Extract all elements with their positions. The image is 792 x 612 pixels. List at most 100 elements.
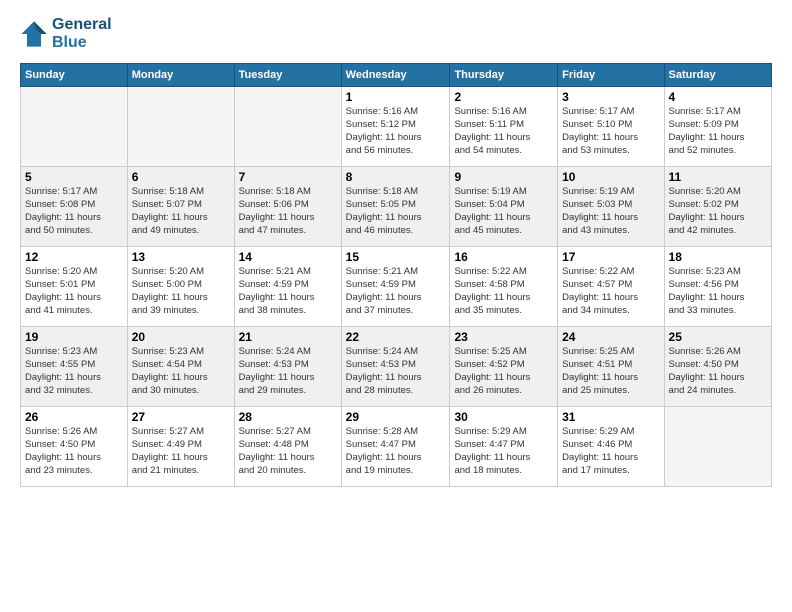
day-info: Sunrise: 5:25 AM Sunset: 4:51 PM Dayligh… xyxy=(562,346,659,397)
day-number: 28 xyxy=(239,410,337,424)
day-number: 5 xyxy=(25,170,123,184)
calendar-cell: 17 Sunrise: 5:22 AM Sunset: 4:57 PM Dayli… xyxy=(558,247,664,327)
day-number: 21 xyxy=(239,330,337,344)
day-info: Sunrise: 5:18 AM Sunset: 5:06 PM Dayligh… xyxy=(239,186,337,237)
day-number: 15 xyxy=(346,250,446,264)
day-number: 26 xyxy=(25,410,123,424)
calendar-table: SundayMondayTuesdayWednesdayThursdayFrid… xyxy=(20,63,772,487)
day-number: 14 xyxy=(239,250,337,264)
day-info: Sunrise: 5:19 AM Sunset: 5:04 PM Dayligh… xyxy=(454,186,553,237)
calendar-cell: 31 Sunrise: 5:29 AM Sunset: 4:46 PM Dayli… xyxy=(558,407,664,487)
calendar-cell: 14 Sunrise: 5:21 AM Sunset: 4:59 PM Dayli… xyxy=(234,247,341,327)
day-info: Sunrise: 5:20 AM Sunset: 5:01 PM Dayligh… xyxy=(25,266,123,317)
day-info: Sunrise: 5:19 AM Sunset: 5:03 PM Dayligh… xyxy=(562,186,659,237)
day-number: 6 xyxy=(132,170,230,184)
calendar-cell: 21 Sunrise: 5:24 AM Sunset: 4:53 PM Dayli… xyxy=(234,327,341,407)
weekday-header-friday: Friday xyxy=(558,64,664,87)
calendar-cell: 7Sunrise: 5:18 AM Sunset: 5:06 PM Daylig… xyxy=(234,167,341,247)
day-number: 25 xyxy=(669,330,767,344)
weekday-header-monday: Monday xyxy=(127,64,234,87)
calendar-cell: 8 Sunrise: 5:18 AM Sunset: 5:05 PM Daylig… xyxy=(341,167,450,247)
calendar-cell: 20Sunrise: 5:23 AM Sunset: 4:54 PM Dayli… xyxy=(127,327,234,407)
day-info: Sunrise: 5:28 AM Sunset: 4:47 PM Dayligh… xyxy=(346,426,446,477)
calendar-cell: 13 Sunrise: 5:20 AM Sunset: 5:00 PM Dayli… xyxy=(127,247,234,327)
day-info: Sunrise: 5:22 AM Sunset: 4:57 PM Dayligh… xyxy=(562,266,659,317)
day-number: 17 xyxy=(562,250,659,264)
day-info: Sunrise: 5:29 AM Sunset: 4:46 PM Dayligh… xyxy=(562,426,659,477)
day-number: 11 xyxy=(669,170,767,184)
calendar-cell: 15 Sunrise: 5:21 AM Sunset: 4:59 PM Dayli… xyxy=(341,247,450,327)
day-number: 20 xyxy=(132,330,230,344)
calendar-cell: 23 Sunrise: 5:25 AM Sunset: 4:52 PM Dayli… xyxy=(450,327,558,407)
calendar-cell: 19Sunrise: 5:23 AM Sunset: 4:55 PM Dayli… xyxy=(21,327,128,407)
day-number: 13 xyxy=(132,250,230,264)
calendar-cell: 5Sunrise: 5:17 AM Sunset: 5:08 PM Daylig… xyxy=(21,167,128,247)
calendar-cell xyxy=(21,87,128,167)
calendar-cell: 9 Sunrise: 5:19 AM Sunset: 5:04 PM Daylig… xyxy=(450,167,558,247)
calendar-cell xyxy=(234,87,341,167)
calendar-cell: 11 Sunrise: 5:20 AM Sunset: 5:02 PM Dayli… xyxy=(664,167,771,247)
day-number: 23 xyxy=(454,330,553,344)
calendar-week-row: 1 Sunrise: 5:16 AM Sunset: 5:12 PM Daylig… xyxy=(21,87,772,167)
day-info: Sunrise: 5:23 AM Sunset: 4:55 PM Dayligh… xyxy=(25,346,123,397)
day-number: 18 xyxy=(669,250,767,264)
day-info: Sunrise: 5:24 AM Sunset: 4:53 PM Dayligh… xyxy=(346,346,446,397)
calendar-cell: 2 Sunrise: 5:16 AM Sunset: 5:11 PM Daylig… xyxy=(450,87,558,167)
weekday-header-saturday: Saturday xyxy=(664,64,771,87)
calendar-cell xyxy=(127,87,234,167)
day-info: Sunrise: 5:17 AM Sunset: 5:09 PM Dayligh… xyxy=(669,106,767,157)
day-number: 29 xyxy=(346,410,446,424)
weekday-header-thursday: Thursday xyxy=(450,64,558,87)
day-number: 2 xyxy=(454,90,553,104)
day-info: Sunrise: 5:16 AM Sunset: 5:11 PM Dayligh… xyxy=(454,106,553,157)
calendar-cell: 22 Sunrise: 5:24 AM Sunset: 4:53 PM Dayli… xyxy=(341,327,450,407)
day-info: Sunrise: 5:25 AM Sunset: 4:52 PM Dayligh… xyxy=(454,346,553,397)
day-number: 10 xyxy=(562,170,659,184)
calendar-cell: 12 Sunrise: 5:20 AM Sunset: 5:01 PM Dayli… xyxy=(21,247,128,327)
calendar-week-row: 19Sunrise: 5:23 AM Sunset: 4:55 PM Dayli… xyxy=(21,327,772,407)
day-number: 12 xyxy=(25,250,123,264)
day-number: 3 xyxy=(562,90,659,104)
logo-icon xyxy=(20,20,48,48)
day-number: 9 xyxy=(454,170,553,184)
calendar-week-row: 26 Sunrise: 5:26 AM Sunset: 4:50 PM Dayli… xyxy=(21,407,772,487)
day-info: Sunrise: 5:18 AM Sunset: 5:07 PM Dayligh… xyxy=(132,186,230,237)
calendar-cell: 29 Sunrise: 5:28 AM Sunset: 4:47 PM Dayli… xyxy=(341,407,450,487)
weekday-header-wednesday: Wednesday xyxy=(341,64,450,87)
day-info: Sunrise: 5:27 AM Sunset: 4:48 PM Dayligh… xyxy=(239,426,337,477)
calendar-cell: 27Sunrise: 5:27 AM Sunset: 4:49 PM Dayli… xyxy=(127,407,234,487)
day-number: 31 xyxy=(562,410,659,424)
day-number: 30 xyxy=(454,410,553,424)
day-info: Sunrise: 5:20 AM Sunset: 5:00 PM Dayligh… xyxy=(132,266,230,317)
calendar-cell: 24 Sunrise: 5:25 AM Sunset: 4:51 PM Dayli… xyxy=(558,327,664,407)
day-info: Sunrise: 5:20 AM Sunset: 5:02 PM Dayligh… xyxy=(669,186,767,237)
calendar-cell: 16 Sunrise: 5:22 AM Sunset: 4:58 PM Dayli… xyxy=(450,247,558,327)
calendar-cell: 25 Sunrise: 5:26 AM Sunset: 4:50 PM Dayli… xyxy=(664,327,771,407)
day-info: Sunrise: 5:26 AM Sunset: 4:50 PM Dayligh… xyxy=(25,426,123,477)
page-container: General Blue SundayMondayTuesdayWednesda… xyxy=(0,0,792,612)
calendar-cell: 30 Sunrise: 5:29 AM Sunset: 4:47 PM Dayli… xyxy=(450,407,558,487)
calendar-cell: 10 Sunrise: 5:19 AM Sunset: 5:03 PM Dayli… xyxy=(558,167,664,247)
day-info: Sunrise: 5:29 AM Sunset: 4:47 PM Dayligh… xyxy=(454,426,553,477)
day-info: Sunrise: 5:24 AM Sunset: 4:53 PM Dayligh… xyxy=(239,346,337,397)
day-number: 8 xyxy=(346,170,446,184)
day-info: Sunrise: 5:18 AM Sunset: 5:05 PM Dayligh… xyxy=(346,186,446,237)
day-info: Sunrise: 5:21 AM Sunset: 4:59 PM Dayligh… xyxy=(239,266,337,317)
weekday-header-row: SundayMondayTuesdayWednesdayThursdayFrid… xyxy=(21,64,772,87)
calendar-cell: 1 Sunrise: 5:16 AM Sunset: 5:12 PM Daylig… xyxy=(341,87,450,167)
day-info: Sunrise: 5:21 AM Sunset: 4:59 PM Dayligh… xyxy=(346,266,446,317)
day-number: 1 xyxy=(346,90,446,104)
day-info: Sunrise: 5:23 AM Sunset: 4:56 PM Dayligh… xyxy=(669,266,767,317)
page-header: General Blue xyxy=(20,16,772,51)
day-info: Sunrise: 5:27 AM Sunset: 4:49 PM Dayligh… xyxy=(132,426,230,477)
day-number: 24 xyxy=(562,330,659,344)
calendar-cell: 18 Sunrise: 5:23 AM Sunset: 4:56 PM Dayli… xyxy=(664,247,771,327)
calendar-cell: 6 Sunrise: 5:18 AM Sunset: 5:07 PM Daylig… xyxy=(127,167,234,247)
day-info: Sunrise: 5:16 AM Sunset: 5:12 PM Dayligh… xyxy=(346,106,446,157)
day-info: Sunrise: 5:26 AM Sunset: 4:50 PM Dayligh… xyxy=(669,346,767,397)
calendar-cell: 4Sunrise: 5:17 AM Sunset: 5:09 PM Daylig… xyxy=(664,87,771,167)
day-number: 22 xyxy=(346,330,446,344)
weekday-header-sunday: Sunday xyxy=(21,64,128,87)
day-info: Sunrise: 5:22 AM Sunset: 4:58 PM Dayligh… xyxy=(454,266,553,317)
day-number: 16 xyxy=(454,250,553,264)
